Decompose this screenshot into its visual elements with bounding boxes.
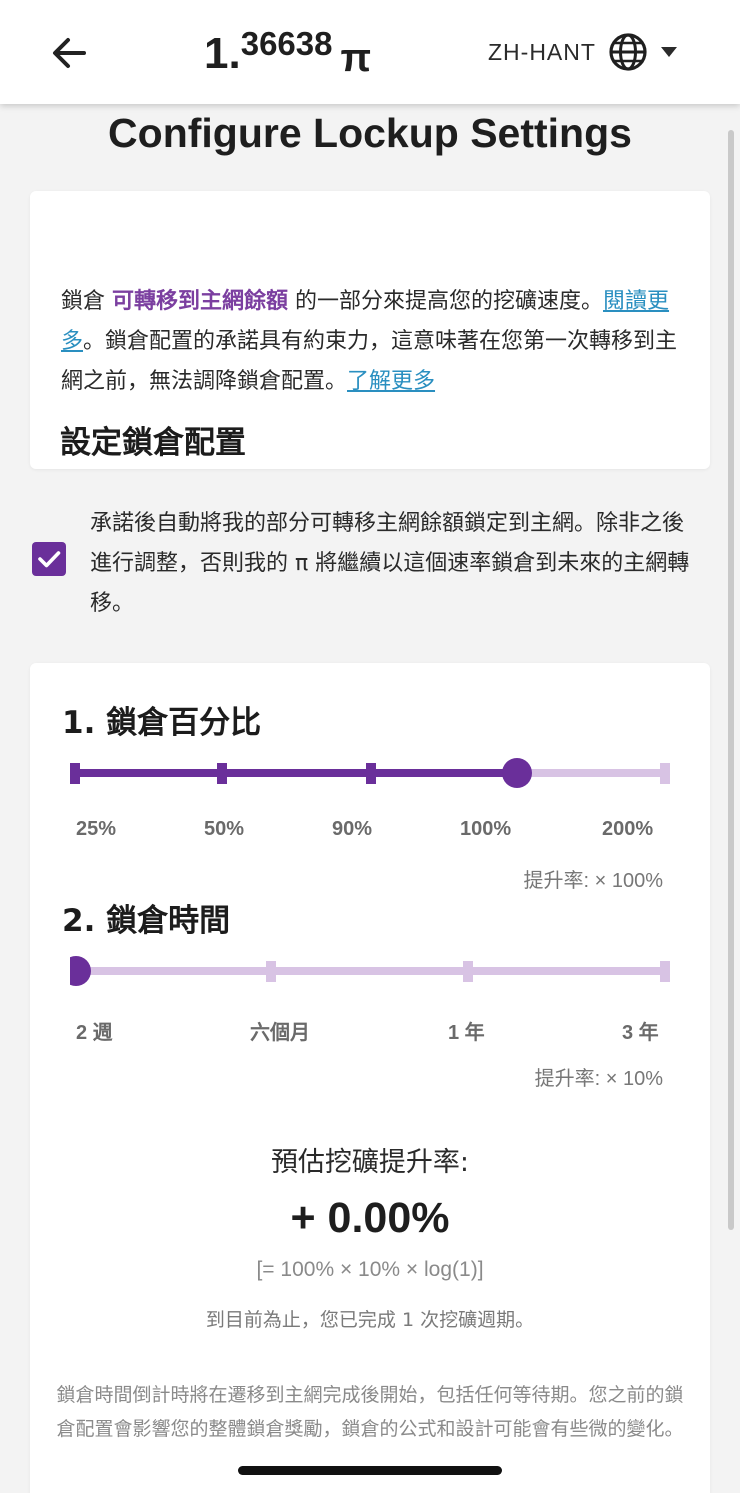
scrollbar[interactable] <box>728 130 734 1230</box>
option-2-weeks[interactable]: 2 週 <box>76 1016 113 1045</box>
language-selector[interactable]: ZH-HANT <box>488 30 678 74</box>
option-1-year[interactable]: 1 年 <box>448 1016 485 1045</box>
balance-fraction: 36638 <box>240 25 333 62</box>
slider-tick[interactable] <box>217 763 227 784</box>
back-arrow-icon[interactable] <box>48 32 90 74</box>
lockup-percentage-slider[interactable] <box>70 754 670 794</box>
globe-icon <box>609 33 647 71</box>
info-text-2: 的一部分來提高您的挖礦速度。 <box>288 289 604 314</box>
balance-integer: 1 <box>204 29 229 78</box>
lockup-percentage-options: 25% 50% 90% 100% 200% <box>62 818 672 848</box>
slider-thumb[interactable] <box>502 758 532 788</box>
info-description: 鎖倉 可轉移到主網餘額 的一部分來提高您的挖礦速度。閱讀更多。鎖倉配置的承諾具有… <box>61 282 681 402</box>
option-100[interactable]: 100% <box>460 818 511 841</box>
chevron-down-icon <box>660 47 677 57</box>
slider-tick[interactable] <box>660 961 670 982</box>
disclaimer-text: 鎖倉時間倒計時將在遷移到主網完成後開始，包括任何等待期。您之前的鎖倉配置會影響您… <box>56 1384 684 1440</box>
slider-tick[interactable] <box>266 961 276 982</box>
estimate-formula: [= 100% × 10% × log(1)] <box>256 1258 484 1281</box>
balance-dot: . <box>228 29 241 78</box>
commit-checkbox[interactable] <box>32 542 66 576</box>
info-title: 設定鎖倉配置 <box>60 425 246 461</box>
lockup-time-options: 2 週 六個月 1 年 3 年 <box>62 1016 672 1046</box>
lockup-time-slider[interactable] <box>61 952 670 992</box>
home-indicator[interactable] <box>238 1466 502 1475</box>
page-title: Configure Lockup Settings <box>108 110 632 156</box>
app-header: 1 . 36638 π ZH-HANT <box>0 0 740 104</box>
option-6-months[interactable]: 六個月 <box>250 1016 310 1045</box>
slider-tick[interactable] <box>366 763 376 784</box>
slider-thumb[interactable] <box>61 956 91 986</box>
language-label: ZH-HANT <box>488 38 596 65</box>
slider-tick[interactable] <box>70 763 80 784</box>
estimate-value: + 0.00% <box>290 1194 450 1242</box>
option-25[interactable]: 25% <box>76 818 116 841</box>
estimate-label: 預估挖礦提升率: <box>270 1147 470 1178</box>
slider-tick[interactable] <box>660 763 670 784</box>
option-3-years[interactable]: 3 年 <box>622 1016 659 1045</box>
commit-row: 承諾後自動將我的部分可轉移主網餘額鎖定到主網。除非之後進行調整，否則我的 π 將… <box>32 504 712 624</box>
pi-balance: 1 . 36638 π <box>204 24 371 84</box>
percentage-boost-rate: 提升率: × 100% <box>523 870 663 892</box>
transferable-balance-highlight: 可轉移到主網餘額 <box>112 289 289 314</box>
time-boost-rate: 提升率: × 10% <box>534 1068 663 1090</box>
lockup-percentage-title: 1. 鎖倉百分比 <box>62 705 262 741</box>
commit-text: 承諾後自動將我的部分可轉移主網餘額鎖定到主網。除非之後進行調整，否則我的 π 將… <box>90 511 690 616</box>
pi-symbol: π <box>340 36 372 80</box>
mining-cycles-text: 到目前為止，您已完成 1 次挖礦週期。 <box>205 1309 535 1331</box>
info-text-1: 鎖倉 <box>61 289 112 314</box>
option-50[interactable]: 50% <box>204 818 244 841</box>
option-90[interactable]: 90% <box>332 818 372 841</box>
option-200[interactable]: 200% <box>602 818 653 841</box>
learn-more-link[interactable]: 了解更多 <box>347 369 435 394</box>
slider-tick[interactable] <box>463 961 473 982</box>
checkmark-icon <box>38 551 61 568</box>
lockup-time-title: 2. 鎖倉時間 <box>62 903 231 939</box>
